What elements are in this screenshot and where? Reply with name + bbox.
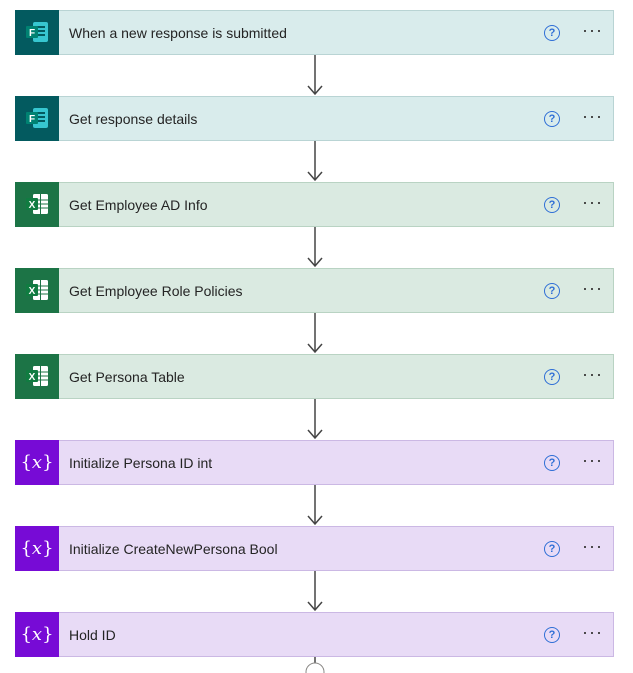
step-get-persona-table[interactable]: X Get Persona Table ? ··· bbox=[15, 353, 614, 399]
microsoft-forms-icon: F bbox=[15, 9, 59, 55]
svg-text:F: F bbox=[29, 28, 35, 39]
more-options-button[interactable]: ··· bbox=[582, 279, 603, 299]
step-title: Hold ID bbox=[69, 626, 116, 643]
more-options-button[interactable]: ··· bbox=[582, 365, 603, 385]
more-options-button[interactable]: ··· bbox=[582, 451, 603, 471]
variable-icon: {𝑥} bbox=[15, 439, 59, 485]
svg-text:F: F bbox=[29, 114, 35, 125]
help-icon[interactable]: ? bbox=[544, 368, 561, 385]
excel-icon: X bbox=[15, 353, 59, 399]
connector-arrow bbox=[307, 485, 323, 526]
flow-canvas: F When a new response is submitted ? ···… bbox=[0, 0, 633, 673]
connector-arrow bbox=[307, 55, 323, 96]
step-get-employee-role-policies[interactable]: X Get Employee Role Policies ? ··· bbox=[15, 267, 614, 313]
svg-text:X: X bbox=[29, 200, 36, 211]
more-options-button[interactable]: ··· bbox=[582, 193, 603, 213]
help-icon[interactable]: ? bbox=[544, 110, 561, 127]
step-when-new-response-submitted[interactable]: F When a new response is submitted ? ··· bbox=[15, 9, 614, 55]
connector-arrow bbox=[307, 141, 323, 182]
connector-arrow bbox=[307, 227, 323, 268]
help-icon[interactable]: ? bbox=[544, 626, 561, 643]
more-options-button[interactable]: ··· bbox=[582, 537, 603, 557]
help-icon[interactable]: ? bbox=[544, 282, 561, 299]
more-options-button[interactable]: ··· bbox=[582, 21, 603, 41]
step-title: Initialize Persona ID int bbox=[69, 454, 213, 471]
svg-text:X: X bbox=[29, 286, 36, 297]
step-initialize-persona-id-int[interactable]: {𝑥} Initialize Persona ID int ? ··· bbox=[15, 439, 614, 485]
help-icon[interactable]: ? bbox=[544, 24, 561, 41]
variable-icon: {𝑥} bbox=[15, 525, 59, 571]
svg-text:X: X bbox=[29, 372, 36, 383]
more-options-button[interactable]: ··· bbox=[582, 107, 603, 127]
connector-arrow bbox=[307, 399, 323, 440]
more-options-button[interactable]: ··· bbox=[582, 623, 603, 643]
help-icon[interactable]: ? bbox=[544, 454, 561, 471]
excel-icon: X bbox=[15, 181, 59, 227]
help-icon[interactable]: ? bbox=[544, 540, 561, 557]
step-get-response-details[interactable]: F Get response details ? ··· bbox=[15, 95, 614, 141]
microsoft-forms-icon: F bbox=[15, 95, 59, 141]
step-hold-id[interactable]: {𝑥} Hold ID ? ··· bbox=[15, 611, 614, 657]
step-initialize-createnewpersona-bool[interactable]: {𝑥} Initialize CreateNewPersona Bool ? ·… bbox=[15, 525, 614, 571]
connector-arrow bbox=[307, 571, 323, 612]
step-get-employee-ad-info[interactable]: X Get Employee AD Info ? ··· bbox=[15, 181, 614, 227]
step-title: Get response details bbox=[69, 110, 198, 127]
connector-arrow bbox=[307, 313, 323, 354]
svg-text:{𝑥}: {𝑥} bbox=[20, 452, 53, 473]
step-title: When a new response is submitted bbox=[69, 24, 287, 41]
step-title: Get Employee AD Info bbox=[69, 196, 208, 213]
svg-text:{𝑥}: {𝑥} bbox=[20, 538, 53, 559]
variable-icon: {𝑥} bbox=[15, 611, 59, 657]
help-icon[interactable]: ? bbox=[544, 196, 561, 213]
add-step-connector[interactable] bbox=[304, 657, 326, 673]
step-title: Get Persona Table bbox=[69, 368, 185, 385]
excel-icon: X bbox=[15, 267, 59, 313]
svg-text:{𝑥}: {𝑥} bbox=[20, 624, 53, 645]
step-title: Get Employee Role Policies bbox=[69, 282, 243, 299]
step-title: Initialize CreateNewPersona Bool bbox=[69, 540, 278, 557]
